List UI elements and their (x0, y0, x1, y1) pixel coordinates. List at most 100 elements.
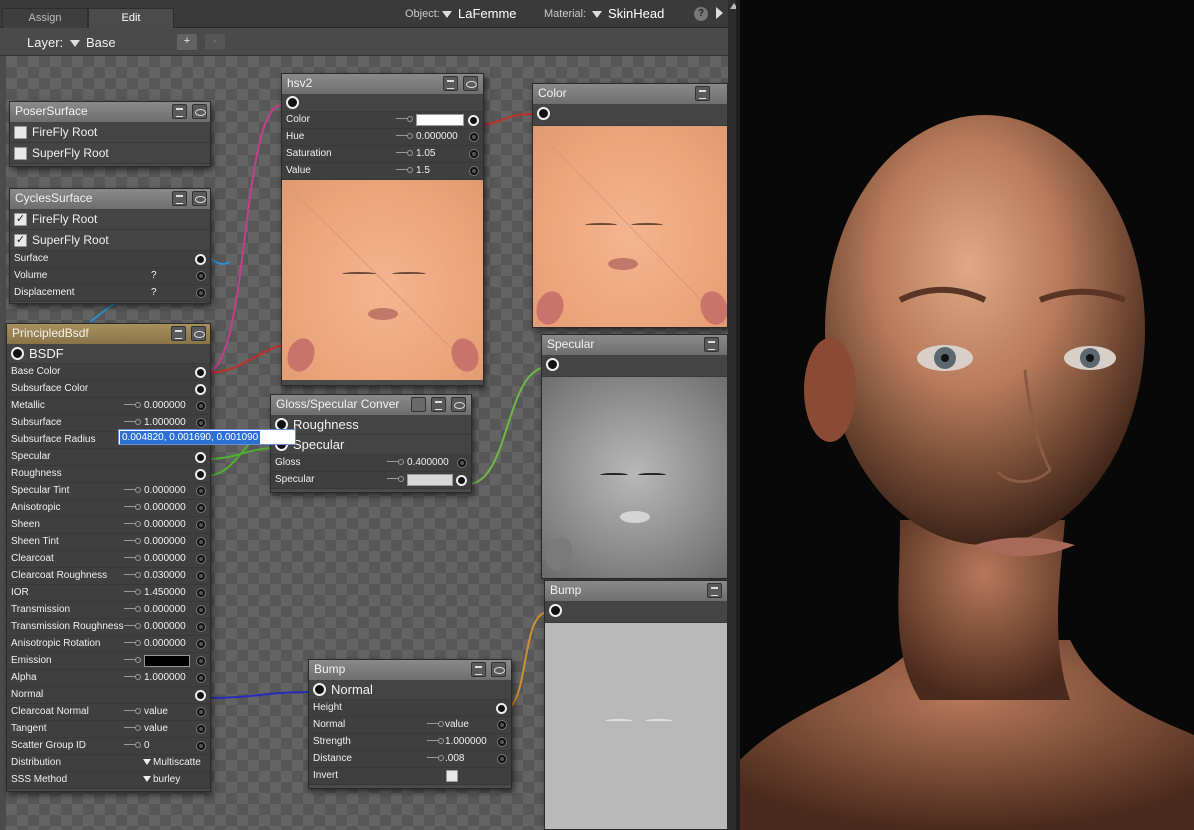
list-icon[interactable] (431, 397, 446, 412)
row-value[interactable]: 0 (144, 738, 150, 754)
principled-clearcoat-normal-input[interactable]: Clearcoat Normal value (7, 704, 210, 721)
principled-specular-input[interactable]: Specular (7, 449, 210, 466)
input-socket-icon[interactable] (196, 673, 206, 683)
list-icon[interactable] (171, 326, 186, 341)
list-icon[interactable] (704, 337, 719, 352)
checkbox[interactable] (14, 147, 27, 160)
row-value[interactable]: 1.000000 (445, 734, 487, 750)
output-socket-icon[interactable] (286, 96, 299, 109)
principled-distribution-input[interactable]: Distribution Multiscatte (7, 755, 210, 772)
key-icon[interactable] (124, 623, 141, 630)
bump-node[interactable]: Bump Normal Height Normal value Strength 1… (308, 659, 512, 789)
row-value[interactable]: 0.400000 (407, 455, 449, 471)
tab-assign[interactable]: Assign (2, 8, 88, 28)
color-image-node[interactable]: Color (532, 83, 728, 328)
row-value[interactable]: .008 (445, 751, 464, 767)
value-input[interactable]: Value 1.5 (282, 163, 483, 180)
input-socket-icon[interactable] (196, 288, 206, 298)
input-socket-icon[interactable] (195, 367, 206, 378)
normal-output[interactable]: Normal (309, 680, 511, 700)
input-socket-icon[interactable] (196, 656, 206, 666)
add-layer-button[interactable]: + (177, 34, 197, 50)
invert-input[interactable]: Invert (309, 768, 511, 785)
row-value[interactable]: 0.000000 (144, 551, 186, 567)
roughness-output[interactable]: Roughness (271, 415, 471, 435)
input-socket-icon[interactable] (196, 520, 206, 530)
firefly-root-row[interactable]: FireFly Root (10, 122, 210, 143)
list-icon[interactable] (471, 662, 486, 677)
key-icon[interactable] (124, 487, 141, 494)
remove-layer-button[interactable]: - (205, 34, 225, 50)
output-row[interactable] (542, 355, 727, 377)
input-socket-icon[interactable] (496, 703, 507, 714)
input-socket-icon[interactable] (469, 166, 479, 176)
output-row[interactable] (533, 104, 727, 126)
key-icon[interactable] (124, 504, 141, 511)
collapse-icon[interactable] (191, 326, 206, 341)
input-socket-icon[interactable] (196, 622, 206, 632)
output-row[interactable] (282, 94, 483, 112)
color-swatch[interactable] (416, 114, 464, 126)
material-select[interactable]: SkinHead (592, 6, 664, 21)
list-icon[interactable] (443, 76, 458, 91)
normal-input[interactable]: Normal value (309, 717, 511, 734)
color-input[interactable]: Color (282, 112, 483, 129)
row-value[interactable]: value (445, 717, 469, 733)
principled-subsurface-color-input[interactable]: Subsurface Color (7, 381, 210, 398)
preview-eye-icon[interactable] (463, 76, 478, 91)
principled-sheen-input[interactable]: Sheen 0.000000 (7, 517, 210, 534)
principled-clearcoat-input[interactable]: Clearcoat 0.000000 (7, 551, 210, 568)
node-header[interactable]: PrincipledBsdf (7, 324, 210, 344)
input-socket-icon[interactable] (196, 639, 206, 649)
key-icon[interactable] (124, 674, 141, 681)
row-value[interactable]: 1.05 (416, 146, 435, 162)
specular-input[interactable]: Specular (271, 472, 471, 489)
output-socket-icon[interactable] (313, 683, 326, 696)
input-socket-icon[interactable] (195, 254, 206, 265)
input-socket-icon[interactable] (196, 503, 206, 513)
principled-clearcoat-roughness-input[interactable]: Clearcoat Roughness 0.030000 (7, 568, 210, 585)
principled-normal-input[interactable]: Normal (7, 687, 210, 704)
principled-anisotropic-rotation-input[interactable]: Anisotropic Rotation 0.000000 (7, 636, 210, 653)
key-icon[interactable] (387, 459, 404, 466)
list-icon[interactable] (707, 583, 722, 598)
row-value[interactable]: 0.000000 (144, 534, 186, 550)
input-socket-icon[interactable] (195, 384, 206, 395)
input-socket-icon[interactable] (196, 588, 206, 598)
node-header[interactable]: hsv2 (282, 74, 483, 94)
input-socket-icon[interactable] (196, 537, 206, 547)
row-value[interactable]: 0.000000 (144, 602, 186, 618)
row-value[interactable]: 0.000000 (416, 129, 458, 145)
hsv2-node[interactable]: hsv2 Color Hue 0.000000 Saturation 1.05 Va… (281, 73, 484, 386)
key-icon[interactable] (124, 419, 141, 426)
strength-input[interactable]: Strength 1.000000 (309, 734, 511, 751)
input-socket-icon[interactable] (196, 741, 206, 751)
collapse-icon[interactable] (451, 397, 466, 412)
poser-surface-node[interactable]: PoserSurface FireFly Root SuperFly Root (9, 101, 211, 167)
key-icon[interactable] (124, 402, 141, 409)
collapse-icon[interactable] (491, 662, 506, 677)
checkbox-checked[interactable]: ✓ (14, 213, 27, 226)
checkbox[interactable] (14, 126, 27, 139)
key-icon[interactable] (124, 572, 141, 579)
key-icon[interactable] (396, 150, 413, 157)
principled-emission-input[interactable]: Emission (7, 653, 210, 670)
principled-transmission-roughness-input[interactable]: Transmission Roughness 0.000000 (7, 619, 210, 636)
row-value[interactable]: value (144, 721, 168, 737)
cycles-surface-node[interactable]: CyclesSurface ✓ FireFly Root ✓ SuperFly Ro… (9, 188, 211, 304)
key-icon[interactable] (124, 657, 141, 664)
tab-edit[interactable]: Edit (88, 8, 174, 28)
output-socket-icon[interactable] (537, 107, 550, 120)
expand-arrow-icon[interactable] (716, 7, 723, 19)
input-socket-icon[interactable] (497, 737, 507, 747)
input-socket-icon[interactable] (469, 149, 479, 159)
key-icon[interactable] (124, 708, 141, 715)
superfly-root-row[interactable]: SuperFly Root (10, 143, 210, 164)
input-socket-icon[interactable] (196, 707, 206, 717)
key-icon[interactable] (124, 521, 141, 528)
node-header[interactable]: Bump (309, 660, 511, 680)
principled-bsdf-node[interactable]: PrincipledBsdf BSDF Base Color Subsurface… (6, 323, 211, 792)
input-socket-icon[interactable] (469, 132, 479, 142)
key-icon[interactable] (396, 133, 413, 140)
input-socket-icon[interactable] (196, 605, 206, 615)
